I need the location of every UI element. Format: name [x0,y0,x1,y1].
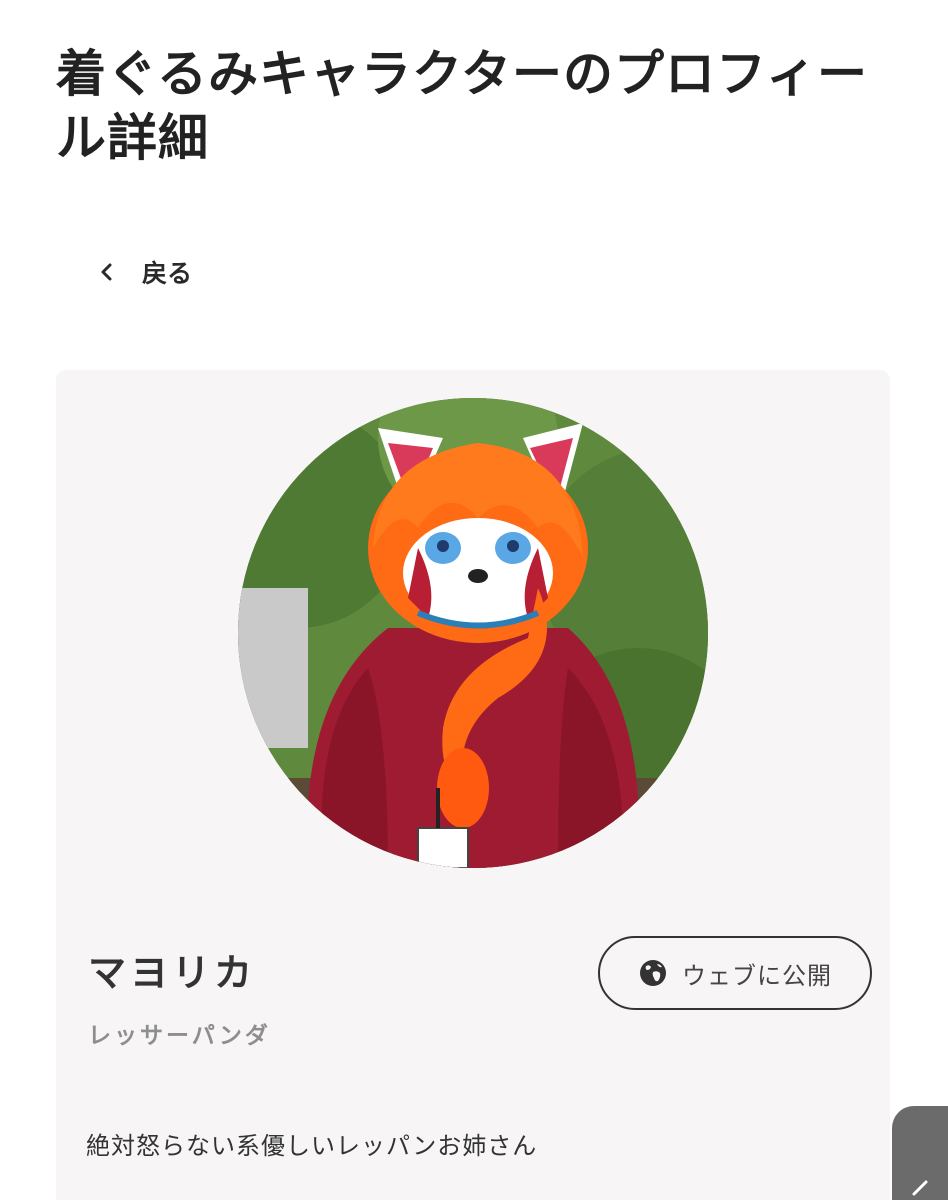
back-label: 戻る [142,259,193,288]
profile-detail-page: 着ぐるみキャラクターのプロフィール詳細 戻る マヨリカ レッサーパンダ ウェブに… [0,0,948,1200]
floating-action-tab[interactable] [892,1106,948,1200]
back-button[interactable]: 戻る [92,252,192,292]
red-panda-fursuit-photo [238,398,708,868]
publish-button-label: ウェブに公開 [682,961,832,990]
pen-icon [912,1180,928,1196]
avatar [238,398,708,868]
profile-card: マヨリカ レッサーパンダ ウェブに公開 絶対怒らない系優しいレッパンお姉さん [56,370,890,1200]
chevron-left-icon [92,258,120,286]
page-title: 着ぐるみキャラクターのプロフィール詳細 [56,45,868,167]
character-species: レッサーパンダ [88,1023,271,1049]
character-name: マヨリカ [88,951,257,995]
character-bio: 絶対怒らない系優しいレッパンお姉さん [86,1132,538,1160]
globe-icon [638,958,668,988]
publish-to-web-button[interactable]: ウェブに公開 [598,936,872,1010]
